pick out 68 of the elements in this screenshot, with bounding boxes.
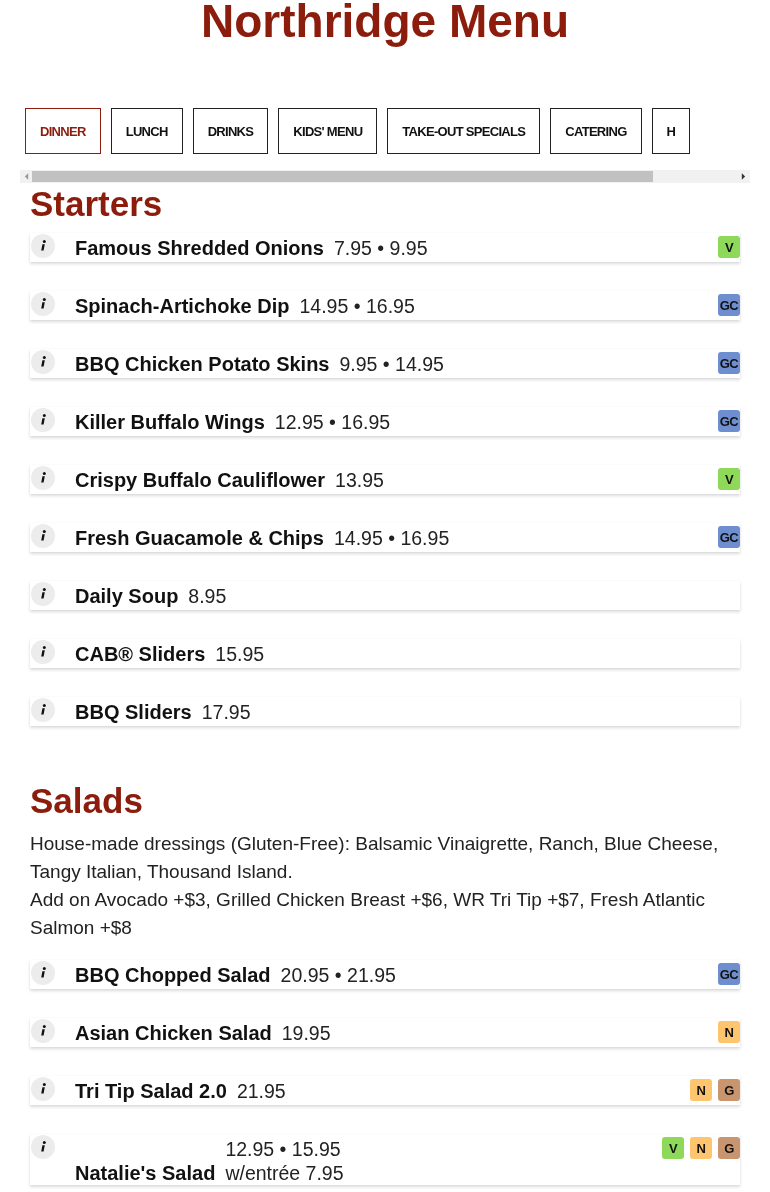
diet-tag: V [718, 468, 740, 490]
info-icon[interactable] [31, 292, 55, 316]
item-name: Natalie's Salad [75, 1161, 216, 1185]
item-name: CAB® Sliders [75, 642, 206, 666]
diet-tag: N [690, 1137, 712, 1159]
diet-tag: GC [718, 294, 740, 316]
item-price: 12.95 • 15.95 [225, 1137, 342, 1161]
item-price: 9.95 • 14.95 [339, 352, 444, 376]
horizontal-scrollbar[interactable] [20, 170, 750, 183]
item-price: 8.95 [188, 584, 227, 608]
item-name: BBQ Chicken Potato Skins [75, 352, 330, 376]
item-name: Spinach-Artichoke Dip [75, 294, 290, 318]
diet-tag: G [718, 1137, 740, 1159]
menu-tab[interactable]: H [651, 108, 691, 154]
item-price: 12.95 • 16.95 [274, 410, 391, 434]
info-icon[interactable] [31, 1135, 55, 1159]
diet-tag: V [718, 236, 740, 258]
item-name: Tri Tip Salad 2.0 [75, 1079, 227, 1103]
item-name: Asian Chicken Salad [75, 1021, 272, 1045]
diet-tag: GC [718, 352, 740, 374]
section-heading: Starters [30, 185, 164, 223]
item-name: Fresh Guacamole & Chips [75, 526, 324, 550]
item-name: BBQ Chopped Salad [75, 963, 271, 987]
menu-tab[interactable]: TAKE-OUT SPECIALS [387, 108, 541, 154]
item-price: 7.95 • 9.95 [333, 236, 428, 260]
item-name: Daily Soup [75, 584, 179, 608]
info-icon[interactable] [31, 1077, 55, 1101]
item-name: BBQ Sliders [75, 700, 192, 724]
diet-tag: GC [718, 526, 740, 548]
diet-tag: G [718, 1079, 740, 1101]
menu-tab[interactable]: LUNCH [110, 108, 183, 154]
section-note: Add on Avocado +$3, Grilled Chicken Breast +$6, WR Tri Tip +$7, Fresh Atlantic Salmon +$8 [30, 888, 707, 940]
item-price: 15.95 [215, 642, 265, 666]
info-icon[interactable] [31, 640, 55, 664]
diet-tag: GC [718, 410, 740, 432]
item-price: 20.95 • 21.95 [280, 963, 396, 987]
scrollbar-thumb[interactable] [32, 171, 654, 182]
info-icon[interactable] [31, 234, 55, 258]
scroll-right-icon[interactable] [741, 173, 746, 180]
item-price: 17.95 [201, 700, 251, 724]
item-price: w/entrée 7.95 [225, 1161, 344, 1185]
item-name: Famous Shredded Onions [75, 236, 324, 260]
diet-tag: N [718, 1021, 740, 1043]
item-name: Killer Buffalo Wings [75, 410, 265, 434]
diet-tag: V [662, 1137, 684, 1159]
item-price: 21.95 [236, 1079, 286, 1103]
info-icon[interactable] [31, 1019, 55, 1043]
info-icon[interactable] [31, 350, 55, 374]
diet-tag: N [690, 1079, 712, 1101]
page-title: Northridge Menu [200, 0, 570, 49]
item-price: 14.95 • 16.95 [333, 526, 450, 550]
item-price: 13.95 [335, 468, 384, 492]
section-heading: Salads [30, 782, 144, 820]
item-name: Crispy Buffalo Cauliflower [75, 468, 326, 492]
info-icon[interactable] [31, 582, 55, 606]
item-price: 19.95 [281, 1021, 331, 1045]
item-price: 14.95 • 16.95 [299, 294, 415, 318]
menu-tab[interactable]: CATERING [550, 108, 642, 154]
menu-tab[interactable]: DINNER [25, 108, 101, 154]
diet-tag: GC [718, 963, 740, 985]
menu-tab[interactable]: DRINKS [192, 108, 269, 154]
info-icon[interactable] [31, 698, 55, 722]
info-icon[interactable] [31, 408, 55, 432]
menu-tab[interactable]: KIDS' MENU [278, 108, 378, 154]
info-icon[interactable] [31, 466, 55, 490]
section-note: House-made dressings (Gluten-Free): Balsamic Vinaigrette, Ranch, Blue Cheese, Tangy Italian, Thousand Island. [30, 832, 720, 884]
info-icon[interactable] [31, 524, 55, 548]
info-icon[interactable] [31, 961, 55, 985]
